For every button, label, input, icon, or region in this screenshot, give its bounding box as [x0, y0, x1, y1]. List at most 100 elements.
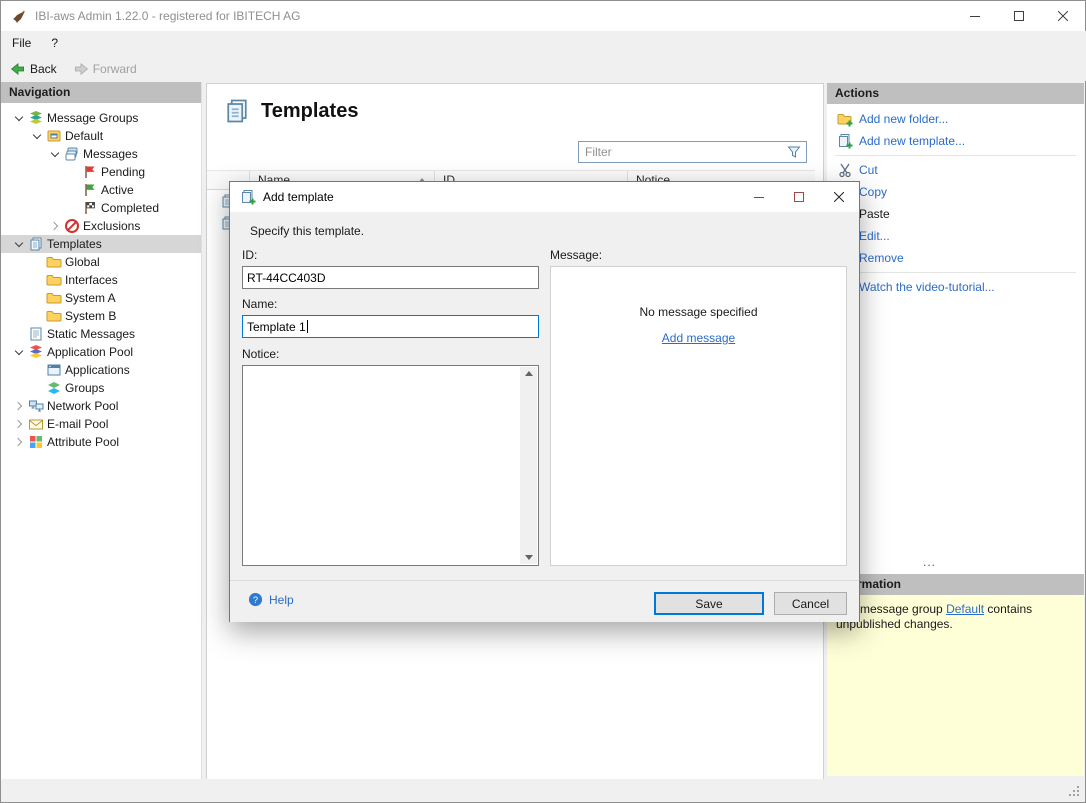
- action-watch-the-video-tutorial[interactable]: Watch the video-tutorial...: [827, 276, 1084, 298]
- action-add-new-folder[interactable]: Add new folder...: [827, 108, 1084, 130]
- tree-item-groups[interactable]: Groups: [1, 379, 201, 397]
- dialog-footer: ? Help Save Cancel: [230, 580, 859, 622]
- help-link[interactable]: ? Help: [248, 592, 294, 607]
- chevron-down-icon[interactable]: [13, 112, 25, 124]
- tree-item-label: System A: [65, 291, 120, 305]
- action-label: Add new template...: [859, 134, 965, 148]
- action-label: Watch the video-tutorial...: [859, 280, 995, 294]
- actions-overflow[interactable]: ...: [923, 555, 936, 569]
- action-remove[interactable]: Remove: [827, 247, 1084, 269]
- menu-help[interactable]: ?: [41, 31, 68, 56]
- action-copy[interactable]: Copy: [827, 181, 1084, 203]
- tree-item-e-mail-pool[interactable]: E-mail Pool: [1, 415, 201, 433]
- pending-flag-icon: [82, 164, 98, 180]
- tree-item-label: Groups: [65, 381, 108, 395]
- save-button[interactable]: Save: [654, 592, 764, 615]
- exclusions-icon: [64, 218, 80, 234]
- title-bar: IBI-aws Admin 1.22.0 - registered for IB…: [1, 1, 1085, 31]
- window-controls: [953, 1, 1085, 31]
- chevron-right-icon[interactable]: [13, 436, 25, 448]
- action-edit[interactable]: Edit...: [827, 225, 1084, 247]
- status-bar: [2, 779, 1084, 801]
- tree-item-interfaces[interactable]: Interfaces: [1, 271, 201, 289]
- action-add-new-template[interactable]: Add new template...: [827, 130, 1084, 152]
- tree-item-label: Exclusions: [83, 219, 144, 233]
- dialog-close-button[interactable]: [819, 182, 859, 212]
- forward-arrow-icon: [73, 61, 89, 77]
- scroll-down-icon[interactable]: [525, 555, 533, 560]
- menu-file[interactable]: File: [2, 31, 41, 56]
- tree-item-label: Applications: [65, 363, 134, 377]
- chevron-down-icon[interactable]: [13, 346, 25, 358]
- navigation-tree: Message Groups Default MessagesPendingActi…: [1, 109, 201, 451]
- tree-item-application-pool[interactable]: Application Pool: [1, 343, 201, 361]
- chevron-spacer: [31, 274, 43, 286]
- tree-item-global[interactable]: Global: [1, 253, 201, 271]
- help-icon: ?: [248, 592, 263, 607]
- actions-list: Add new folder... Add new template... Cut C…: [827, 104, 1084, 574]
- folder-icon: [46, 272, 62, 288]
- add-message-link[interactable]: Add message: [662, 331, 735, 345]
- tree-item-system-a[interactable]: System A: [1, 289, 201, 307]
- text-caret: [307, 320, 308, 333]
- dialog-maximize-button[interactable]: [779, 182, 819, 212]
- back-button[interactable]: Back: [2, 58, 65, 80]
- tree-item-static-messages[interactable]: Static Messages: [1, 325, 201, 343]
- tree-item-completed[interactable]: Completed: [1, 199, 201, 217]
- active-flag-icon: [82, 182, 98, 198]
- add-template-icon: [837, 133, 853, 149]
- default-group-link[interactable]: Default: [946, 602, 984, 616]
- add-template-icon: [240, 189, 256, 205]
- action-label: Add new folder...: [859, 112, 948, 126]
- chevron-spacer: [13, 328, 25, 340]
- tree-item-label: Default: [65, 129, 107, 143]
- action-paste[interactable]: Paste: [827, 203, 1084, 225]
- name-input[interactable]: Template 1: [242, 315, 539, 338]
- dialog-title: Add template: [263, 182, 334, 212]
- tree-item-attribute-pool[interactable]: Attribute Pool: [1, 433, 201, 451]
- dialog-window-controls: [739, 182, 859, 212]
- id-input[interactable]: [242, 266, 539, 289]
- tree-item-messages[interactable]: Messages: [1, 145, 201, 163]
- tree-item-active[interactable]: Active: [1, 181, 201, 199]
- forward-button[interactable]: Forward: [65, 58, 145, 80]
- tree-item-label: Static Messages: [47, 327, 139, 341]
- cancel-button[interactable]: Cancel: [774, 592, 847, 615]
- tree-item-message-groups[interactable]: Message Groups: [1, 109, 201, 127]
- group-stack-icon: [28, 110, 44, 126]
- tree-item-default[interactable]: Default: [1, 127, 201, 145]
- notice-scrollbar[interactable]: [520, 367, 537, 564]
- close-button[interactable]: [1041, 1, 1085, 31]
- resize-grip-icon[interactable]: [1069, 786, 1081, 798]
- chevron-down-icon[interactable]: [13, 238, 25, 250]
- chevron-right-icon[interactable]: [13, 418, 25, 430]
- page-title: Templates: [261, 100, 358, 123]
- tree-item-label: Global: [65, 255, 104, 269]
- tree-item-templates[interactable]: Templates: [1, 235, 201, 253]
- scroll-up-icon[interactable]: [525, 371, 533, 376]
- dialog-minimize-button[interactable]: [739, 182, 779, 212]
- chevron-down-icon[interactable]: [31, 130, 43, 142]
- messages-icon: [64, 146, 80, 162]
- information-note: The message group Default contains unpub…: [827, 595, 1084, 776]
- minimize-button[interactable]: [953, 1, 997, 31]
- filter-input[interactable]: [579, 145, 786, 159]
- action-cut[interactable]: Cut: [827, 159, 1084, 181]
- tree-item-system-b[interactable]: System B: [1, 307, 201, 325]
- maximize-button[interactable]: [997, 1, 1041, 31]
- folder-icon: [46, 308, 62, 324]
- message-label: Message:: [550, 248, 602, 262]
- chevron-right-icon[interactable]: [49, 220, 61, 232]
- action-label: Cut: [859, 163, 878, 177]
- menu-bar: File ?: [2, 31, 1086, 56]
- notice-textarea[interactable]: [242, 365, 539, 566]
- tree-item-network-pool[interactable]: Network Pool: [1, 397, 201, 415]
- network-pool-icon: [28, 398, 44, 414]
- tree-item-pending[interactable]: Pending: [1, 163, 201, 181]
- chevron-right-icon[interactable]: [13, 400, 25, 412]
- tree-item-exclusions[interactable]: Exclusions: [1, 217, 201, 235]
- tree-item-applications[interactable]: Applications: [1, 361, 201, 379]
- chevron-down-icon[interactable]: [49, 148, 61, 160]
- tree-item-label: Completed: [101, 201, 163, 215]
- cut-icon: [837, 162, 853, 178]
